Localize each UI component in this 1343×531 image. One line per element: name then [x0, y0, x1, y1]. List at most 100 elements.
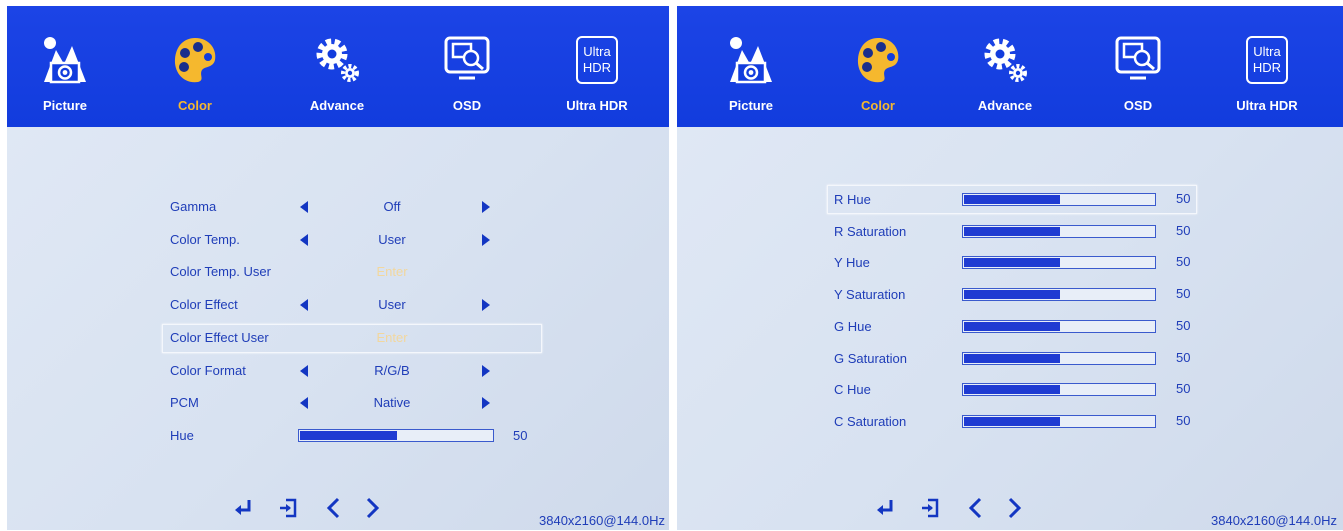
ultra-hdr-icon-text: HDR: [582, 60, 612, 75]
right-arrow-icon[interactable]: [482, 365, 490, 377]
menu-item-label: Gamma: [170, 199, 217, 214]
slider-fill: [300, 431, 397, 440]
menu-item-gamma[interactable]: Gamma Off: [170, 195, 550, 219]
tab-label: Advance: [977, 98, 1033, 113]
menu-item-color-effect[interactable]: Color Effect User: [170, 293, 550, 317]
menu-item-label: Color Format: [170, 363, 246, 378]
slider-fill: [964, 258, 1060, 267]
left-arrow-icon[interactable]: [300, 397, 308, 409]
tab-label: Ultra HDR: [1236, 98, 1298, 113]
tab-label: Ultra HDR: [566, 98, 628, 113]
adjust-slider[interactable]: [962, 352, 1156, 365]
menu-item-r-hue[interactable]: R Hue 50: [834, 188, 1204, 212]
right-chevron-icon[interactable]: [1003, 497, 1025, 524]
left-chevron-icon[interactable]: [323, 497, 345, 524]
enter-value[interactable]: Enter: [337, 264, 447, 279]
menu-item-r-saturation[interactable]: R Saturation 50: [834, 220, 1204, 244]
option-value: R/G/B: [374, 363, 410, 378]
left-chevron-icon[interactable]: [965, 497, 987, 524]
ultra-hdr-icon: Ultra HDR: [1246, 36, 1288, 84]
tab-advance[interactable]: Advance: [297, 36, 377, 121]
adjust-slider[interactable]: [962, 288, 1156, 301]
bottom-nav: [233, 497, 393, 527]
tab-picture[interactable]: Picture: [25, 36, 105, 121]
right-arrow-icon[interactable]: [482, 397, 490, 409]
slider-value: 50: [1176, 191, 1191, 206]
left-arrow-icon[interactable]: [300, 299, 308, 311]
tab-label: OSD: [1123, 98, 1153, 113]
slider-fill: [964, 290, 1060, 299]
tab-advance[interactable]: Advance: [965, 36, 1045, 121]
tab-osd[interactable]: OSD: [1098, 36, 1178, 121]
left-osd-panel: Picture Color Advance OSD Ultra HDR Ultr…: [7, 6, 669, 530]
menu-item-label: Color Effect: [170, 297, 238, 312]
right-arrow-icon[interactable]: [482, 201, 490, 213]
left-arrow-icon[interactable]: [300, 365, 308, 377]
tab-label: Picture: [728, 98, 774, 113]
adjust-slider[interactable]: [962, 383, 1156, 396]
adjust-slider[interactable]: [962, 193, 1156, 206]
exit-icon[interactable]: [919, 497, 941, 524]
menu-item-c-hue[interactable]: C Hue 50: [834, 378, 1204, 402]
menu-item-g-saturation[interactable]: G Saturation 50: [834, 347, 1204, 371]
gears-icon: [314, 36, 360, 84]
slider-fill: [964, 227, 1060, 236]
option-value: Off: [383, 199, 401, 214]
menu-item-y-saturation[interactable]: Y Saturation 50: [834, 283, 1204, 307]
color-palette-icon: [172, 36, 218, 84]
menu-item-color-effect-user[interactable]: Color Effect User Enter: [170, 326, 550, 350]
adjust-slider[interactable]: [962, 256, 1156, 269]
option-value: User: [378, 232, 406, 247]
menu-item-g-hue[interactable]: G Hue 50: [834, 315, 1204, 339]
menu-item-color-format[interactable]: Color Format R/G/B: [170, 359, 550, 383]
exit-icon[interactable]: [277, 497, 299, 524]
tab-color[interactable]: Color: [838, 36, 918, 121]
option-value: Native: [373, 395, 411, 410]
menu-item-color-temp-user[interactable]: Color Temp. User Enter: [170, 260, 550, 284]
menu-item-label: PCM: [170, 395, 199, 410]
right-osd-panel: Picture Color Advance OSD Ultra HDR Ultr…: [677, 6, 1343, 530]
osd-monitor-icon: [444, 36, 490, 84]
menu-item-label: G Hue: [834, 319, 872, 334]
tab-bar: Picture Color Advance OSD Ultra HDR Ultr…: [7, 6, 669, 127]
ultra-hdr-icon-text: HDR: [1252, 60, 1282, 75]
color-palette-icon: [855, 36, 901, 84]
enter-icon[interactable]: [875, 497, 897, 524]
menu-item-label: Color Effect User: [170, 330, 269, 345]
menu-item-hue[interactable]: Hue 50: [170, 424, 550, 448]
menu-item-y-hue[interactable]: Y Hue 50: [834, 251, 1204, 275]
tab-label: Color: [178, 98, 212, 113]
adjust-slider[interactable]: [962, 225, 1156, 238]
slider-fill: [964, 322, 1060, 331]
gears-icon: [982, 36, 1028, 84]
left-arrow-icon[interactable]: [300, 234, 308, 246]
tab-ultra-hdr[interactable]: Ultra HDR Ultra HDR: [1227, 36, 1307, 121]
right-arrow-icon[interactable]: [482, 234, 490, 246]
bottom-nav: [875, 497, 1035, 527]
ultra-hdr-icon: Ultra HDR: [576, 36, 618, 84]
menu-item-color-temp[interactable]: Color Temp. User: [170, 228, 550, 252]
right-arrow-icon[interactable]: [482, 299, 490, 311]
resolution-readout: 3840x2160@144.0Hz: [1211, 513, 1337, 528]
slider-value: 50: [1176, 254, 1191, 269]
adjust-slider[interactable]: [962, 415, 1156, 428]
menu-item-c-saturation[interactable]: C Saturation 50: [834, 410, 1204, 434]
ultra-hdr-icon-text: Ultra: [583, 44, 611, 59]
menu-item-pcm[interactable]: PCM Native: [170, 391, 550, 415]
hue-slider[interactable]: [298, 429, 494, 442]
enter-icon[interactable]: [233, 497, 255, 524]
right-chevron-icon[interactable]: [361, 497, 383, 524]
tab-bar: Picture Color Advance OSD Ultra HDR Ultr…: [677, 6, 1343, 127]
adjust-slider[interactable]: [962, 320, 1156, 333]
tab-ultra-hdr[interactable]: Ultra HDR Ultra HDR: [557, 36, 637, 121]
tab-color[interactable]: Color: [155, 36, 235, 121]
enter-value[interactable]: Enter: [337, 330, 447, 345]
menu-item-label: R Saturation: [834, 224, 907, 239]
tab-osd[interactable]: OSD: [427, 36, 507, 121]
left-arrow-icon[interactable]: [300, 201, 308, 213]
option-value: User: [378, 297, 406, 312]
menu-item-label: Y Saturation: [834, 287, 906, 302]
menu-item-label: Color Temp.: [170, 232, 240, 247]
tab-picture[interactable]: Picture: [711, 36, 791, 121]
tab-label: OSD: [452, 98, 482, 113]
